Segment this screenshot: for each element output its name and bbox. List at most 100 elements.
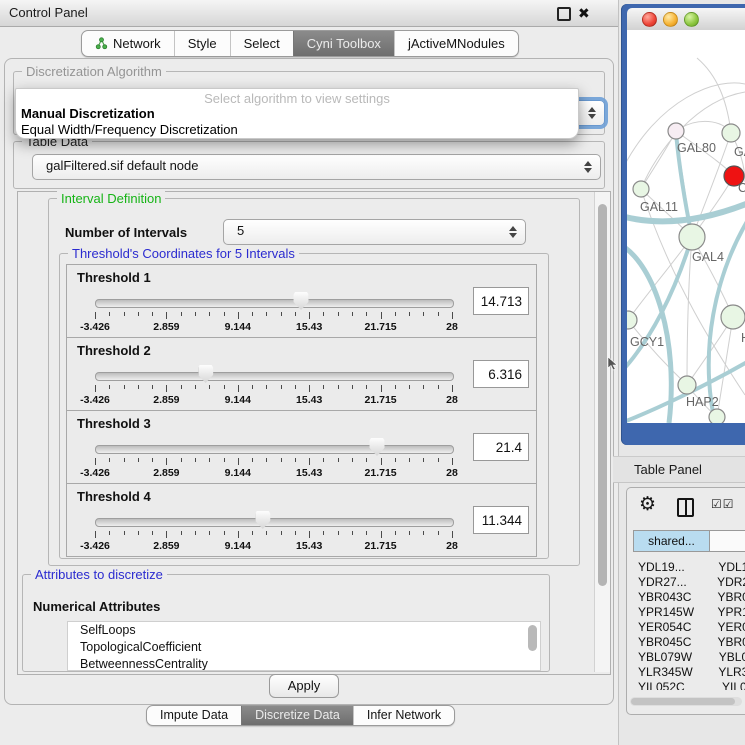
group-title: Attributes to discretize bbox=[31, 567, 167, 582]
network-node[interactable] bbox=[722, 124, 740, 142]
network-node[interactable] bbox=[633, 181, 649, 197]
table-row[interactable]: YPR145WYPR1 bbox=[633, 605, 745, 620]
node-label: H bbox=[741, 331, 745, 345]
slider-track[interactable] bbox=[95, 518, 454, 527]
numerical-attributes-list[interactable]: SelfLoopsTopologicalCoefficientBetweenne… bbox=[67, 621, 541, 671]
node-label: C bbox=[738, 181, 745, 195]
tab-label: Impute Data bbox=[160, 707, 228, 724]
list-item[interactable]: TopologicalCoefficient bbox=[68, 639, 540, 656]
threshold-panel: Threshold 4 -3.4262.8599.14415.4321.7152… bbox=[66, 483, 537, 557]
network-node[interactable] bbox=[627, 311, 637, 329]
threshold-slider[interactable]: -3.4262.8599.14415.4321.71528 bbox=[95, 437, 452, 479]
top-tab-bar: Network Style Select Cyni Toolbox jActiv… bbox=[81, 30, 519, 57]
threshold-slider[interactable]: -3.4262.8599.14415.4321.71528 bbox=[95, 364, 452, 406]
bottom-tab-bar: Impute Data Discretize Data Infer Networ… bbox=[146, 705, 455, 726]
list-item[interactable]: SelfLoops bbox=[68, 622, 540, 639]
mouse-cursor bbox=[608, 357, 619, 371]
node-label: GAL4 bbox=[692, 250, 724, 264]
column-header-shared-name[interactable]: shared... bbox=[633, 530, 710, 552]
threshold-value-field[interactable]: 11.344 bbox=[473, 506, 529, 534]
network-node[interactable] bbox=[679, 224, 705, 250]
tick-row bbox=[95, 458, 452, 466]
node-label: GA bbox=[734, 145, 745, 159]
threshold-value-field[interactable]: 21.4 bbox=[473, 433, 529, 461]
table-row[interactable]: YLR345WYLR3 bbox=[633, 665, 745, 680]
threshold-label: Threshold 3 bbox=[77, 416, 151, 431]
node-label: HAP2 bbox=[686, 395, 719, 409]
group-title: Threshold's Coordinates for 5 Intervals bbox=[68, 246, 299, 261]
tab-style[interactable]: Style bbox=[174, 31, 230, 56]
table-rows: YDL19...YDL1YDR27...YDR2YBR043CYBR0YPR14… bbox=[633, 560, 745, 690]
window-title: Control Panel bbox=[9, 0, 88, 26]
network-canvas[interactable]: GAL80GAGAL11CGAL4GCY1HHAP2 bbox=[627, 30, 745, 423]
tab-label: Network bbox=[113, 32, 161, 55]
threshold-slider[interactable]: -3.4262.8599.14415.4321.71528 bbox=[95, 510, 452, 552]
tab-cyni-toolbox[interactable]: Cyni Toolbox bbox=[293, 31, 394, 56]
threshold-value-field[interactable]: 14.713 bbox=[473, 287, 529, 315]
tab-jactivemnodules[interactable]: jActiveMNodules bbox=[394, 31, 518, 56]
tab-infer-network[interactable]: Infer Network bbox=[353, 706, 454, 725]
tab-label: Infer Network bbox=[367, 707, 441, 724]
table-panel-title: Table Panel bbox=[634, 457, 702, 482]
table-row[interactable]: YBL079WYBL0 bbox=[633, 650, 745, 665]
node-label: GCY1 bbox=[630, 335, 664, 349]
table-row[interactable]: YDL19...YDL1 bbox=[633, 560, 745, 575]
combo-stepper-icon bbox=[509, 224, 517, 240]
tick-row bbox=[95, 385, 452, 393]
tick-row bbox=[95, 312, 452, 320]
table-row[interactable]: YBR043CYBR0 bbox=[633, 590, 745, 605]
network-node[interactable] bbox=[709, 409, 725, 423]
split-columns-icon[interactable] bbox=[677, 498, 694, 517]
threshold-label: Threshold 1 bbox=[77, 270, 151, 285]
popup-option-manual-discretization[interactable]: Manual Discretization bbox=[21, 106, 155, 121]
slider-track[interactable] bbox=[95, 299, 454, 308]
minimize-traffic-light[interactable] bbox=[663, 12, 678, 27]
zoom-traffic-light[interactable] bbox=[684, 12, 699, 27]
column-header-name[interactable]: na bbox=[710, 530, 745, 552]
slider-track[interactable] bbox=[95, 445, 454, 454]
combo-stepper-icon bbox=[588, 105, 596, 121]
close-traffic-light[interactable] bbox=[642, 12, 657, 27]
list-scrollbar-thumb[interactable] bbox=[528, 625, 537, 651]
popup-option-equal-width-frequency[interactable]: Equal Width/Frequency Discretization bbox=[21, 122, 238, 137]
settings-scroll-panel: Interval Definition Number of Intervals … bbox=[17, 191, 611, 675]
table-data-combo[interactable]: galFiltered.sif default node bbox=[32, 154, 601, 180]
tick-labels: -3.4262.8599.14415.4321.71528 bbox=[95, 540, 452, 552]
vertical-scrollbar[interactable] bbox=[594, 192, 610, 672]
network-node[interactable] bbox=[678, 376, 696, 394]
threshold-slider[interactable]: -3.4262.8599.14415.4321.71528 bbox=[95, 291, 452, 333]
select-columns-icon[interactable]: ☑☑ bbox=[711, 497, 735, 511]
network-node[interactable] bbox=[668, 123, 684, 139]
slider-track[interactable] bbox=[95, 372, 454, 381]
combo-value: 5 bbox=[237, 223, 244, 238]
gear-icon[interactable]: ⚙ bbox=[639, 494, 656, 516]
apply-button[interactable]: Apply bbox=[269, 674, 339, 698]
popup-hint: Select algorithm to view settings bbox=[16, 91, 578, 106]
tab-discretize-data[interactable]: Discretize Data bbox=[241, 706, 353, 725]
tick-row bbox=[95, 531, 452, 539]
table-header-row: shared... na bbox=[633, 530, 745, 552]
tab-network[interactable]: Network bbox=[82, 31, 174, 56]
group-title: Interval Definition bbox=[57, 191, 165, 206]
table-panel-titlebar: Table Panel bbox=[613, 456, 745, 483]
tab-select[interactable]: Select bbox=[230, 31, 293, 56]
tick-labels: -3.4262.8599.14415.4321.71528 bbox=[95, 394, 452, 406]
node-label: GAL80 bbox=[677, 141, 716, 155]
cyni-toolbox-panel: Discretization Algorithm Table Data galF… bbox=[4, 58, 614, 705]
close-icon[interactable]: ✖ bbox=[578, 4, 590, 22]
table-row[interactable]: YDR27...YDR2 bbox=[633, 575, 745, 590]
table-row[interactable]: YBR045CYBR0 bbox=[633, 635, 745, 650]
tab-impute-data[interactable]: Impute Data bbox=[147, 706, 241, 725]
scrollbar-thumb[interactable] bbox=[631, 698, 735, 705]
float-window-icon[interactable] bbox=[557, 7, 571, 21]
number-of-intervals-combo[interactable]: 5 bbox=[223, 219, 526, 245]
table-row[interactable]: YIL052CYIL0 bbox=[633, 680, 745, 690]
table-row[interactable]: YER054CYER0 bbox=[633, 620, 745, 635]
scrollbar-thumb[interactable] bbox=[598, 204, 607, 586]
horizontal-scrollbar[interactable] bbox=[630, 697, 742, 706]
threshold-value-field[interactable]: 6.316 bbox=[473, 360, 529, 388]
list-item[interactable]: BetweennessCentrality bbox=[68, 656, 540, 671]
network-node[interactable] bbox=[721, 305, 745, 329]
network-canvas-svg: GAL80GAGAL11CGAL4GCY1HHAP2 bbox=[627, 30, 745, 423]
table-panel: ⚙ ☑☑ shared... na YDL19...YDL1YDR27...YD… bbox=[626, 487, 745, 715]
